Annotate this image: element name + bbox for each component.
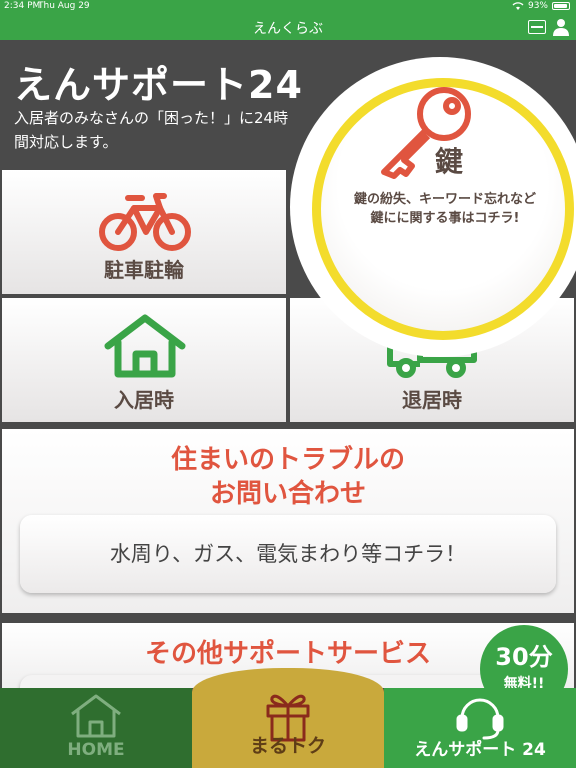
status-time: 2:34 PM xyxy=(4,1,41,11)
tab-marutoku-label: まるトク xyxy=(249,735,326,757)
page-description: 入居者のみなさんの「困った！」に24時間対応します。 xyxy=(14,109,289,151)
main-content: えんサポート24 入居者のみなさんの「困った！」に24時間対応します。 駐車駐輪… xyxy=(0,40,576,688)
house-outline-icon xyxy=(71,694,121,738)
trouble-title: 住まいのトラブルの お問い合わせ xyxy=(2,443,574,511)
tile-move-in-label: 入居時 xyxy=(114,388,174,412)
tile-move-in[interactable]: 入居時 xyxy=(2,298,286,422)
house-icon xyxy=(104,314,186,378)
tab-home-label: HOME xyxy=(67,740,125,760)
tile-parking[interactable]: 駐車駐輪 xyxy=(2,170,286,294)
status-bar: 2:34 PM Thu Aug 29 93% xyxy=(0,0,576,14)
nav-bar: えんくらぶ xyxy=(0,14,576,40)
battery-fill xyxy=(554,4,568,8)
trouble-title-line1: 住まいのトラブルの xyxy=(170,445,405,475)
user-icon[interactable] xyxy=(552,18,570,36)
nav-title: えんくらぶ xyxy=(253,21,323,37)
bicycle-icon xyxy=(99,193,191,251)
tile-parking-label: 駐車駐輪 xyxy=(104,258,184,282)
battery-icon xyxy=(552,2,570,10)
key-label: 鍵 xyxy=(435,145,464,178)
badge-number: 30分 xyxy=(495,643,553,671)
status-right: 93% xyxy=(512,1,570,11)
tab-en-support[interactable]: えんサポート 24 xyxy=(384,688,576,768)
wifi-icon xyxy=(512,1,524,10)
headset-icon xyxy=(456,698,504,740)
tile-move-out-label: 退居時 xyxy=(402,388,462,412)
badge-subtext: 無料!! xyxy=(503,676,545,688)
member-card-icon[interactable] xyxy=(528,20,546,34)
tab-bar: HOME まるトク えんサポート 24 xyxy=(0,668,576,768)
trouble-inquiry-button[interactable]: 水周り、ガス、電気まわり等コチラ！ xyxy=(20,515,556,593)
tab-home[interactable]: HOME xyxy=(0,688,192,768)
trouble-section: 住まいのトラブルの お問い合わせ 水周り、ガス、電気まわり等コチラ！ xyxy=(2,429,574,613)
tab-marutoku[interactable]: まるトク xyxy=(192,668,384,768)
key-description: 鍵の紛失、キーワード忘れなど鍵にに関する事はコチラ! xyxy=(353,192,536,226)
page-title: えんサポート24 xyxy=(14,63,303,107)
status-date: Thu Aug 29 xyxy=(38,1,90,11)
tab-en-support-label: えんサポート 24 xyxy=(414,740,546,760)
battery-percent: 93% xyxy=(527,1,548,11)
trouble-title-line2: お問い合わせ xyxy=(209,479,366,509)
